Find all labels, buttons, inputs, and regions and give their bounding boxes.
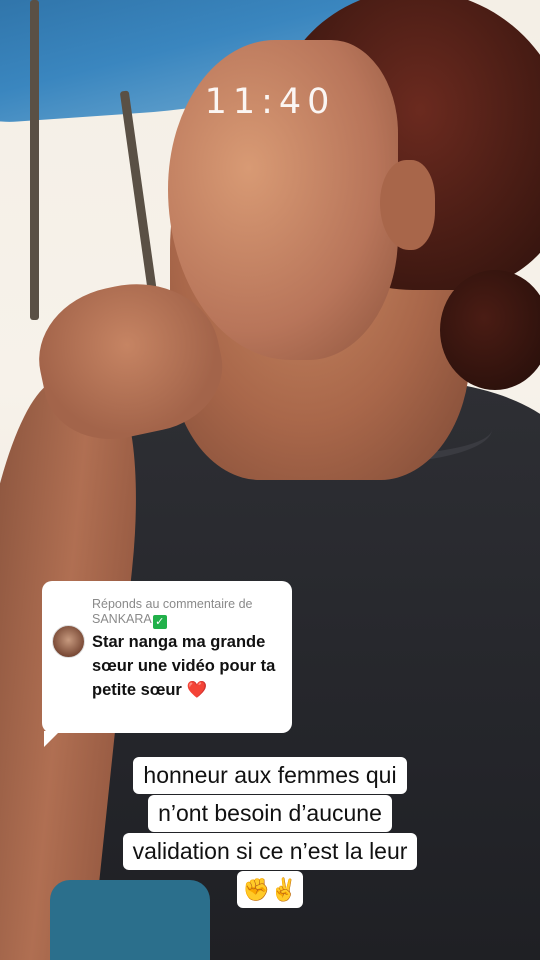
time-overlay: 11:40 [204,82,336,122]
umbrella-pole [30,0,39,320]
caption-line-1: honneur aux femmes qui [133,757,407,794]
ear [380,160,435,250]
heart-icon: ❤️ [186,681,207,699]
check-mark-icon: ✓ [152,615,167,629]
fist-victory-emoji-icon: ✊✌️ [236,871,304,908]
reply-comment-card[interactable]: Réponds au commentaire de SANKARA ✓ Star … [42,581,292,747]
reply-comment-text: Star nanga ma grande sœur une vidéo pour… [92,630,284,702]
caption-line-3: validation si ce n’est la leur [122,833,418,870]
commenter-avatar[interactable] [52,625,85,658]
video-caption: honneur aux femmes qui n’ont besoin d’au… [0,757,540,909]
reply-header-text: Réponds au commentaire de SANKARA [92,597,253,626]
comment-body: Star nanga ma grande sœur une vidéo pour… [92,633,276,699]
caption-line-2: n’ont besoin d’aucune [148,795,392,832]
hair-bun [440,270,540,390]
reply-header: Réponds au commentaire de SANKARA ✓ [92,597,282,629]
